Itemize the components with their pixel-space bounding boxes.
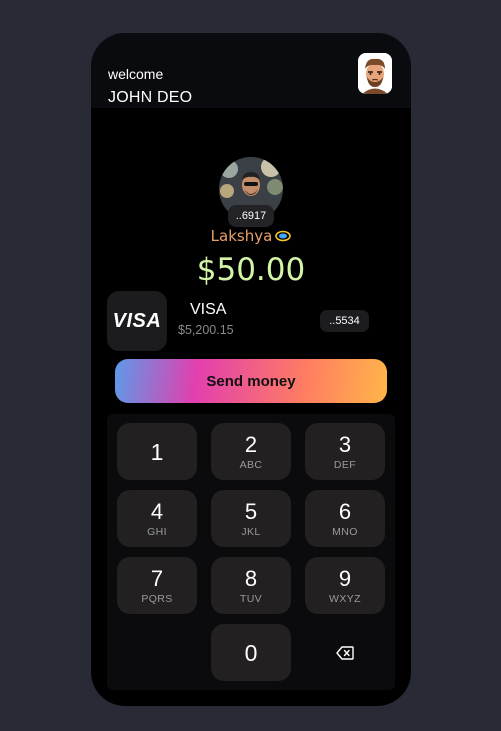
key-digit: 7 <box>150 565 164 591</box>
key-letters: TUV <box>239 592 263 605</box>
key-letters: GHI <box>147 525 167 538</box>
key-6[interactable]: 6 MNO <box>305 490 385 547</box>
key-letters: PQRS <box>141 592 173 605</box>
recipient-account-chip: ..6917 <box>228 205 274 227</box>
recipient-name: Lakshya <box>91 227 411 246</box>
amount-display: $50.00 <box>196 252 306 288</box>
key-4[interactable]: 4 GHI <box>117 490 197 547</box>
backspace-icon <box>336 645 354 660</box>
key-digit: 2 <box>244 431 258 457</box>
welcome-label: welcome <box>108 66 164 82</box>
key-digit: 6 <box>338 498 352 524</box>
phone-frame: welcome JOHN DEO ..6917 Lakshya $50.00 V… <box>91 33 411 706</box>
visa-logo: VISA <box>112 309 162 332</box>
key-digit: 1 <box>150 438 164 465</box>
verified-badge-icon <box>275 228 292 246</box>
backspace-button[interactable] <box>305 624 385 681</box>
header: welcome JOHN DEO <box>91 33 411 108</box>
key-digit: 8 <box>244 565 258 591</box>
keypad: 1 2 ABC 3 DEF 4 GHI 5 JKL 6 MNO 7 PQRS 8 TUV 9W… <box>107 414 395 690</box>
key-letters: MNO <box>332 525 358 538</box>
key-9[interactable]: 9 WXYZ <box>305 557 385 614</box>
card-number-chip[interactable]: ..5534 <box>320 310 369 332</box>
key-digit: 0 <box>244 639 258 666</box>
key-digit: 5 <box>244 498 258 524</box>
key-0[interactable]: 0 <box>211 624 291 681</box>
key-digit: 3 <box>338 431 352 457</box>
key-7[interactable]: 7 PQRS <box>117 557 197 614</box>
key-3[interactable]: 3 DEF <box>305 423 385 480</box>
memoji-avatar-icon <box>358 53 392 94</box>
card-logo[interactable]: VISA <box>107 291 167 351</box>
send-money-button[interactable]: Send money <box>115 359 387 403</box>
key-5[interactable]: 5 JKL <box>211 490 291 547</box>
card-balance: $5,200.15 <box>178 323 234 337</box>
key-2[interactable]: 2 ABC <box>211 423 291 480</box>
key-letters: JKL <box>241 525 261 538</box>
profile-avatar[interactable] <box>358 53 392 94</box>
username: JOHN DEO <box>108 89 193 106</box>
key-digit: 9 <box>338 565 352 591</box>
key-letters: DEF <box>333 458 357 471</box>
key-1[interactable]: 1 <box>117 423 197 480</box>
key-digit: 4 <box>150 498 164 524</box>
key-letters: ABC <box>239 458 263 471</box>
recipient-name-text: Lakshya <box>210 227 273 245</box>
key-8[interactable]: 8 TUV <box>211 557 291 614</box>
card-name: VISA <box>190 301 227 318</box>
key-letters: WXYZ <box>329 592 361 605</box>
